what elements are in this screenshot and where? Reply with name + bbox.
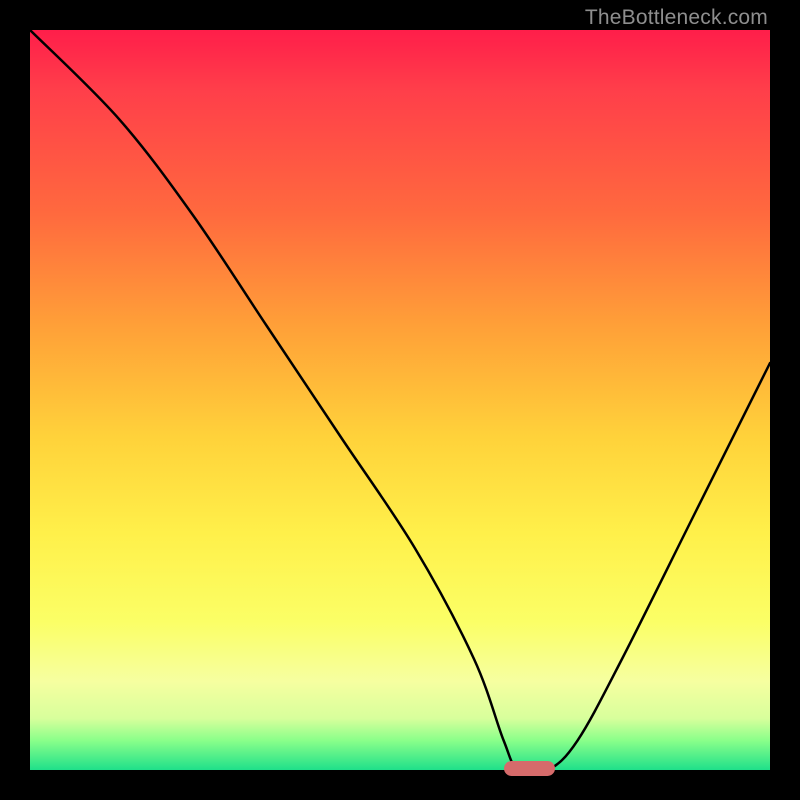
plot-area <box>30 30 770 770</box>
bottleneck-curve <box>30 30 770 770</box>
optimum-marker <box>504 761 556 776</box>
watermark-text: TheBottleneck.com <box>585 6 768 30</box>
chart-frame: TheBottleneck.com <box>0 0 800 800</box>
